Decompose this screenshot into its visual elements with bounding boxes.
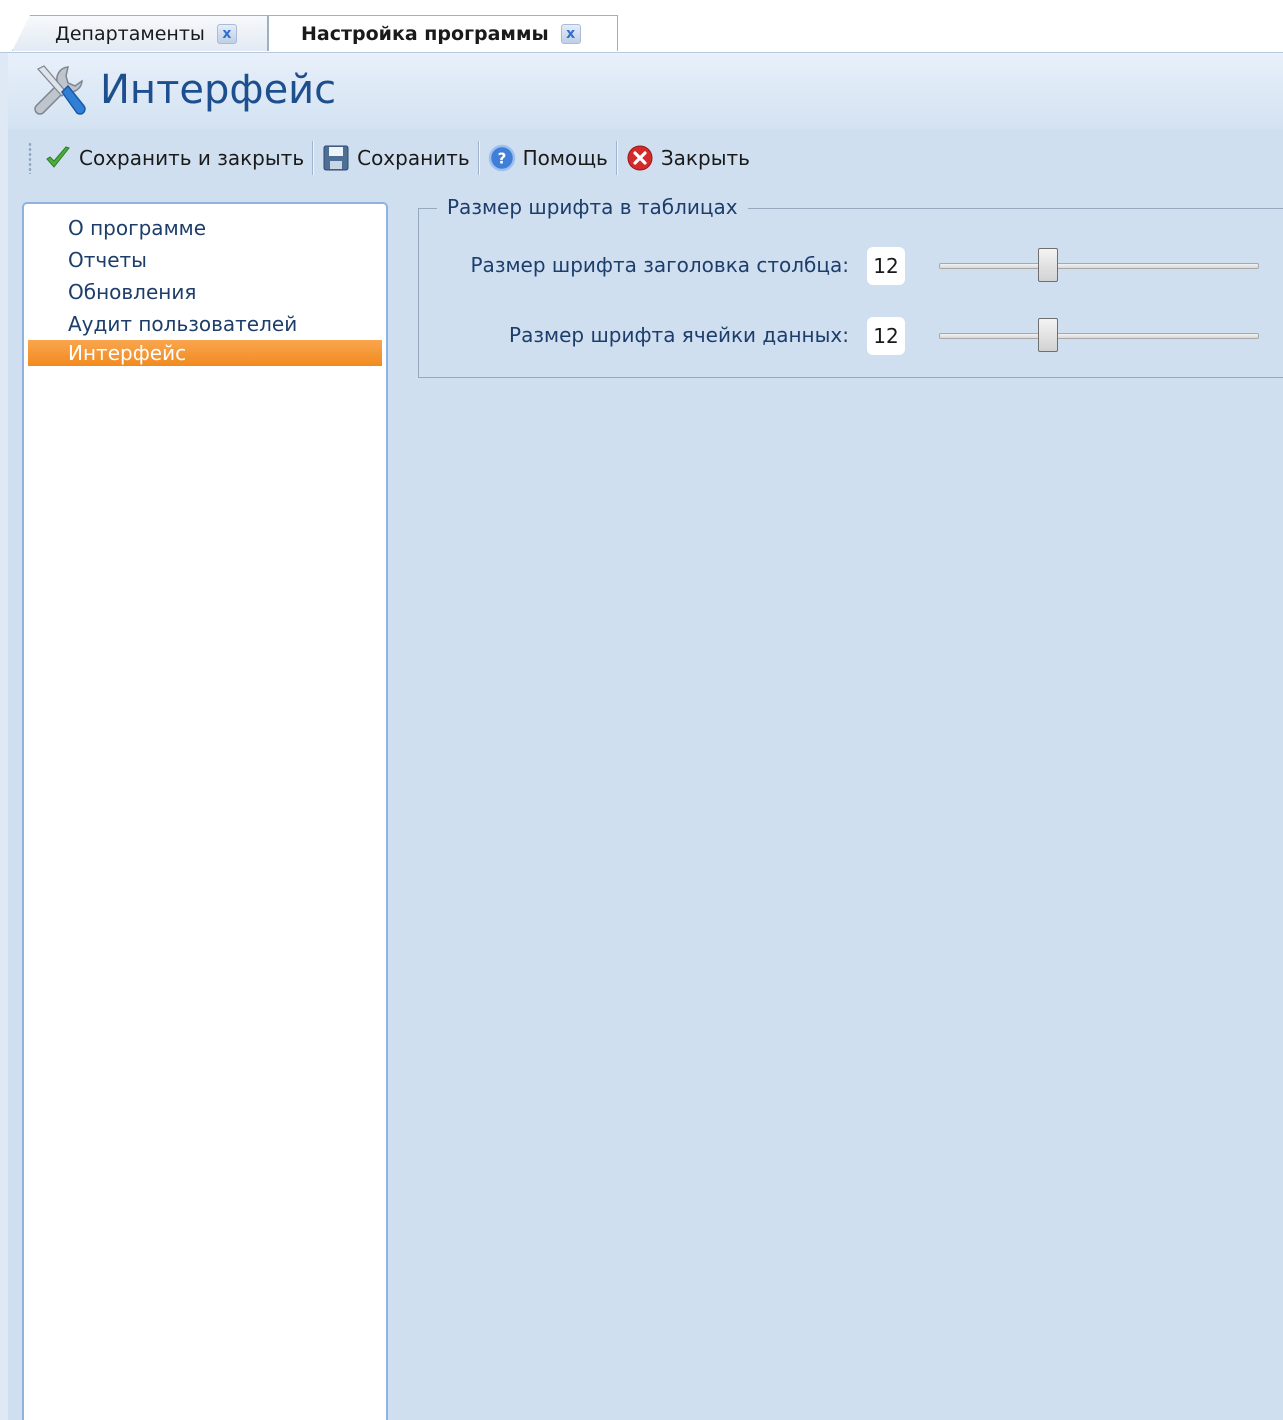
cell-font-size-label: Размер шрифта ячейки данных: bbox=[509, 323, 849, 347]
close-icon bbox=[627, 145, 653, 171]
help-label: Помощь bbox=[522, 146, 608, 170]
checkmark-icon bbox=[46, 146, 70, 168]
slider-thumb[interactable] bbox=[1038, 318, 1058, 352]
header-band: Интерфейс bbox=[8, 53, 1283, 129]
table-font-size-group: Размер шрифта в таблицах Размер шрифта з… bbox=[418, 195, 1283, 378]
toolbar-separator bbox=[477, 141, 480, 175]
toolbar-separator bbox=[615, 141, 618, 175]
header-font-size-slider[interactable] bbox=[939, 248, 1259, 282]
save-button[interactable]: Сохранить bbox=[316, 138, 476, 178]
close-label: Закрыть bbox=[660, 146, 750, 170]
save-label: Сохранить bbox=[357, 146, 470, 170]
help-icon: ? bbox=[488, 144, 515, 172]
svg-text:?: ? bbox=[497, 150, 506, 168]
close-tab-icon[interactable]: x bbox=[560, 23, 581, 44]
tab-departments[interactable]: Департаменты x bbox=[12, 15, 268, 51]
header-font-size-label: Размер шрифта заголовка столбца: bbox=[470, 253, 850, 277]
settings-panel: Интерфейс Сохранить и закрыть Сохранить … bbox=[0, 53, 1283, 1420]
tools-icon bbox=[34, 65, 86, 115]
toolbar-grip[interactable] bbox=[28, 142, 32, 174]
toolbar-separator bbox=[312, 141, 315, 175]
nav-item-reports[interactable]: Отчеты bbox=[28, 244, 382, 276]
nav-item-interface[interactable]: Интерфейс bbox=[28, 340, 382, 366]
header-font-size-value[interactable]: 12 bbox=[867, 247, 905, 285]
toolbar: Сохранить и закрыть Сохранить ? Помощь З… bbox=[8, 133, 1283, 183]
nav-item-updates[interactable]: Обновления bbox=[28, 276, 382, 308]
settings-nav-list: О программе Отчеты Обновления Аудит поль… bbox=[22, 202, 388, 1420]
slider-thumb[interactable] bbox=[1038, 248, 1058, 282]
cell-font-size-slider[interactable] bbox=[939, 318, 1259, 352]
header-font-size-row: Размер шрифта заголовка столбца: 12 bbox=[419, 247, 1283, 287]
page-title: Интерфейс bbox=[100, 67, 337, 113]
group-legend: Размер шрифта в таблицах bbox=[437, 195, 748, 219]
save-and-close-label: Сохранить и закрыть bbox=[79, 146, 305, 170]
nav-item-about[interactable]: О программе bbox=[28, 212, 382, 244]
nav-item-user-audit[interactable]: Аудит пользователей bbox=[28, 308, 382, 340]
tab-program-settings[interactable]: Настройка программы x bbox=[268, 15, 618, 51]
tab-label: Настройка программы bbox=[301, 22, 549, 45]
help-button[interactable]: ? Помощь bbox=[482, 138, 614, 178]
tab-strip: Департаменты x Настройка программы x bbox=[0, 0, 1283, 53]
cell-font-size-row: Размер шрифта ячейки данных: 12 bbox=[419, 317, 1283, 357]
close-tab-icon[interactable]: x bbox=[216, 23, 237, 44]
save-and-close-button[interactable]: Сохранить и закрыть bbox=[38, 138, 310, 178]
cell-font-size-value[interactable]: 12 bbox=[867, 317, 905, 355]
tab-label: Департаменты bbox=[55, 22, 205, 45]
close-button[interactable]: Закрыть bbox=[620, 138, 756, 178]
floppy-disk-icon bbox=[323, 145, 349, 171]
